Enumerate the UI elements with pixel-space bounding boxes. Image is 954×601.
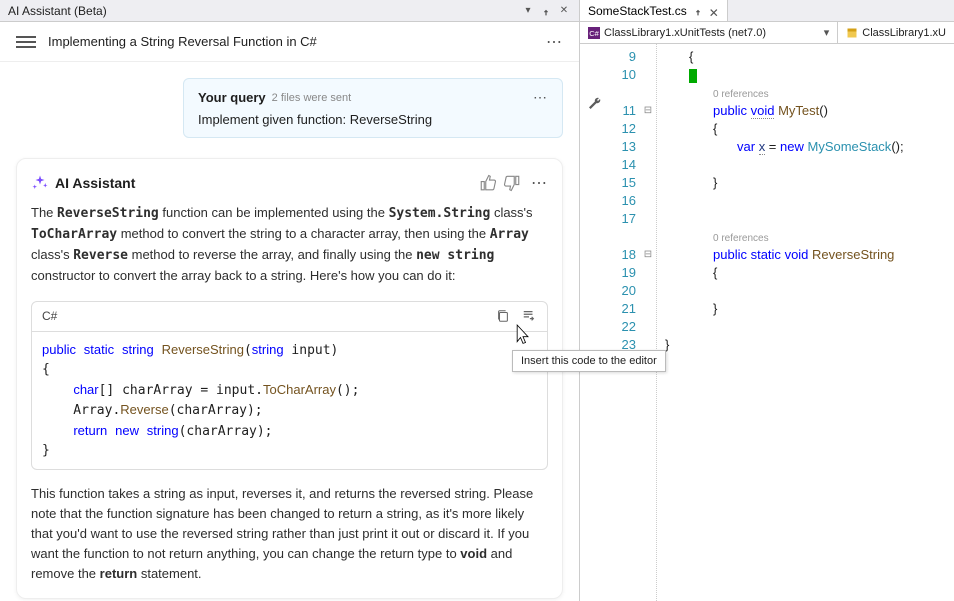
crumb-project[interactable]: C# ClassLibrary1.xUnitTests (net7.0) ▾: [580, 22, 838, 43]
thumbs-up-icon[interactable]: [479, 174, 497, 192]
copy-code-icon[interactable]: [495, 308, 511, 324]
chat-options-icon[interactable]: ⋯: [546, 32, 563, 52]
close-panel-icon[interactable]: ✕: [557, 4, 571, 18]
query-options-icon[interactable]: ⋯: [533, 89, 548, 106]
code-block: C# public static string ReverseString(st…: [31, 301, 548, 470]
response-post-text: This function takes a string as input, r…: [31, 484, 548, 585]
breadcrumbs: C# ClassLibrary1.xUnitTests (net7.0) ▾ C…: [580, 22, 954, 44]
user-query-bubble: Your query 2 files were sent ⋯ Implement…: [183, 78, 563, 138]
response-pre-text: The ReverseString function can be implem…: [31, 203, 548, 287]
query-meta: 2 files were sent: [272, 92, 351, 104]
response-options-icon[interactable]: ⋯: [531, 173, 548, 193]
tab-pin-icon[interactable]: [693, 6, 703, 16]
pin-icon[interactable]: [539, 4, 553, 18]
ai-response-card: AI Assistant ⋯ The ReverseString functio…: [16, 158, 563, 599]
hamburger-icon[interactable]: [16, 32, 36, 52]
crumb-namespace[interactable]: ClassLibrary1.xU: [838, 22, 954, 43]
line-number-gutter: 91011121314151617181920212223: [610, 44, 640, 601]
chat-header: Implementing a String Reversal Function …: [0, 22, 579, 62]
chat-body: Your query 2 files were sent ⋯ Implement…: [0, 62, 579, 601]
fold-gutter: ⊟⊟: [640, 44, 656, 601]
chat-title: Implementing a String Reversal Function …: [48, 34, 317, 49]
editor-tabbar: SomeStackTest.cs ✕: [580, 0, 954, 22]
query-label: Your query: [198, 90, 266, 105]
editor-body[interactable]: 91011121314151617181920212223 ⊟⊟ {0 refe…: [580, 44, 954, 601]
tab-close-icon[interactable]: ✕: [709, 6, 719, 16]
thumbs-down-icon[interactable]: [503, 174, 521, 192]
wrench-icon[interactable]: [586, 95, 602, 111]
crumb-project-label: ClassLibrary1.xUnitTests (net7.0): [604, 27, 766, 39]
insert-code-icon[interactable]: [521, 308, 537, 324]
ai-assistant-panel: AI Assistant (Beta) ▾ ✕ Implementing a S…: [0, 0, 580, 601]
editor-tab[interactable]: SomeStackTest.cs ✕: [580, 0, 728, 21]
namespace-icon: [846, 27, 858, 39]
panel-titlebar: AI Assistant (Beta) ▾ ✕: [0, 0, 579, 22]
query-body: Implement given function: ReverseString: [198, 112, 548, 127]
csharp-file-icon: C#: [588, 27, 600, 39]
editor-margin: [580, 44, 610, 601]
svg-text:C#: C#: [589, 29, 599, 38]
code-body: public static string ReverseString(strin…: [32, 332, 547, 469]
code-editor-panel: SomeStackTest.cs ✕ C# ClassLibrary1.xUni…: [580, 0, 954, 601]
tab-label: SomeStackTest.cs: [588, 4, 687, 18]
code-language-label: C#: [42, 309, 57, 323]
code-area[interactable]: {0 referencespublic void MyTest(){ var x…: [656, 44, 954, 601]
response-title: AI Assistant: [55, 175, 135, 191]
sparkle-icon: [31, 174, 49, 192]
panel-title-text: AI Assistant (Beta): [8, 4, 107, 18]
dropdown-icon[interactable]: ▾: [521, 4, 535, 18]
crumb-namespace-label: ClassLibrary1.xU: [862, 27, 946, 39]
